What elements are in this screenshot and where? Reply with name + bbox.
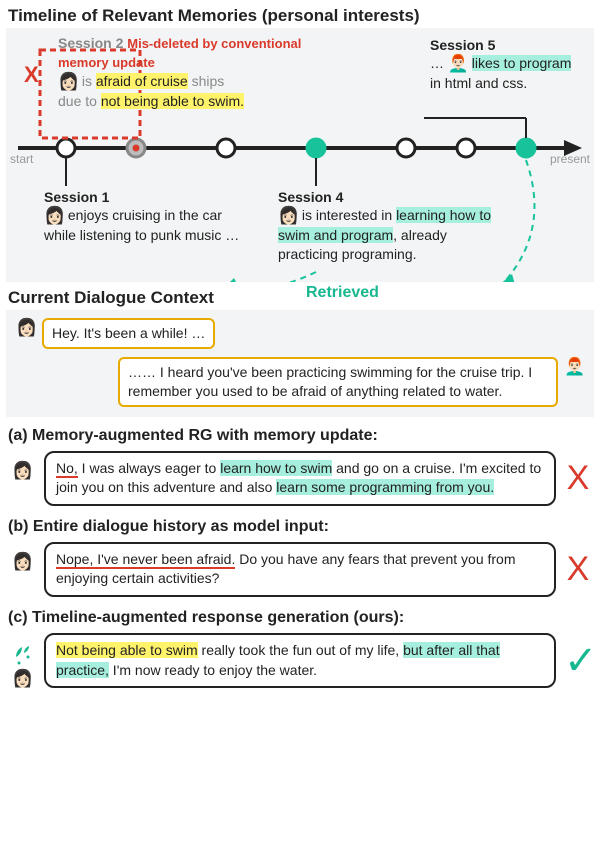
man-avatar-icon: 👨🏻‍🦰 [448, 54, 468, 74]
resp-a-hl2: learn some programming from you. [276, 479, 494, 495]
user-message-row: 👩🏻 Hey. It's been a while! … [12, 318, 588, 349]
response-b-row: 👩🏻 Nope, I've never been afraid. Do you … [8, 542, 592, 597]
session-1-label: Session 1 [44, 188, 244, 206]
woman-avatar-icon: 👩🏻 [12, 669, 32, 689]
sess5-line2: in html and css. [430, 75, 527, 91]
timeline-start-label: start [10, 152, 33, 166]
session-4-block: Session 4 👩🏻 is interested in learning h… [278, 188, 500, 263]
sess5-hl1: likes to program [472, 55, 572, 71]
partner-message-row: …… I heard you've been practicing swimmi… [12, 357, 588, 407]
red-x-mark: X [24, 62, 39, 88]
resp-a-ul: No, [56, 460, 78, 478]
subheader-a: (a) Memory-augmented RG with memory upda… [0, 417, 600, 449]
session-2-block: Session 2 Mis-deleted by conventional me… [58, 34, 308, 110]
sess2-post1: ships [188, 73, 225, 89]
session-5-block: Session 5 … 👨🏻‍🦰 likes to program in htm… [430, 36, 586, 93]
subheader-c: (c) Timeline-augmented response generati… [0, 599, 600, 631]
sess5-pre1: … [430, 55, 448, 71]
sess2-pre1: is [82, 73, 96, 89]
retrieved-label: Retrieved [306, 284, 379, 302]
response-c-row: 👩🏻 Not being able to swim really took th… [8, 633, 592, 689]
response-a-bubble: No, I was always eager to learn how to s… [44, 451, 556, 506]
retrieved-row: Current Dialogue Context Retrieved [6, 282, 594, 310]
resp-a-pre: I was always eager to [78, 460, 220, 476]
partner-bubble: …… I heard you've been practicing swimmi… [118, 357, 558, 407]
session-2-label: Session 2 [58, 35, 123, 51]
sess2-pre2: due to [58, 93, 101, 109]
woman-avatar-icon: 👩🏻 [12, 461, 32, 481]
avatar-col-a: 👩🏻 [8, 451, 36, 481]
wrong-mark-icon: X [564, 550, 592, 589]
woman-avatar-icon: 👩🏻 [58, 72, 78, 92]
session-5-label: Session 5 [430, 36, 586, 54]
wrong-mark-icon: X [564, 459, 592, 498]
session-4-label: Session 4 [278, 188, 500, 206]
resp-c-mid2: I'm now ready to enjoy the water. [109, 662, 317, 678]
woman-avatar-icon: 👩🏻 [12, 552, 32, 572]
timeline-panel: X Session 2 Mis-deleted by conventional … [6, 28, 594, 282]
resp-b-ul: Nope, I've never been afraid. [56, 551, 235, 569]
woman-avatar-icon: 👩🏻 [278, 206, 298, 226]
current-dialogue-header: Current Dialogue Context [6, 282, 222, 310]
subheader-b: (b) Entire dialogue history as model inp… [0, 508, 600, 540]
man-avatar-icon: 👨🏻‍🦰 [564, 357, 584, 377]
woman-avatar-icon: 👩🏻 [16, 318, 36, 338]
avatar-col-c: 👩🏻 [8, 633, 36, 689]
response-a-row: 👩🏻 No, I was always eager to learn how t… [8, 451, 592, 506]
resp-c-mid1: really took the fun out of my life, [198, 642, 403, 658]
sess2-hl2: not being able to swim. [101, 93, 244, 109]
leaf-decoration-icon [10, 643, 34, 667]
sess2-hl1: afraid of cruise [96, 73, 188, 89]
avatar-col-b: 👩🏻 [8, 542, 36, 572]
resp-a-hl1: learn how to swim [220, 460, 332, 476]
sess1-text: enjoys cruising in the car while listeni… [44, 207, 239, 243]
user-bubble: Hey. It's been a while! … [42, 318, 215, 349]
woman-avatar-icon: 👩🏻 [44, 206, 64, 226]
timeline-present-label: present [550, 152, 590, 166]
correct-mark-icon: ✓ [564, 638, 592, 684]
response-b-bubble: Nope, I've never been afraid. Do you hav… [44, 542, 556, 597]
dialogue-panel: 👩🏻 Hey. It's been a while! … …… I heard … [6, 310, 594, 417]
sess4-pre: is interested in [298, 207, 396, 223]
response-c-bubble: Not being able to swim really took the f… [44, 633, 556, 688]
resp-c-hl1: Not being able to swim [56, 642, 198, 658]
timeline-header: Timeline of Relevant Memories (personal … [0, 0, 600, 28]
session-1-block: Session 1 👩🏻 enjoys cruising in the car … [44, 188, 244, 245]
